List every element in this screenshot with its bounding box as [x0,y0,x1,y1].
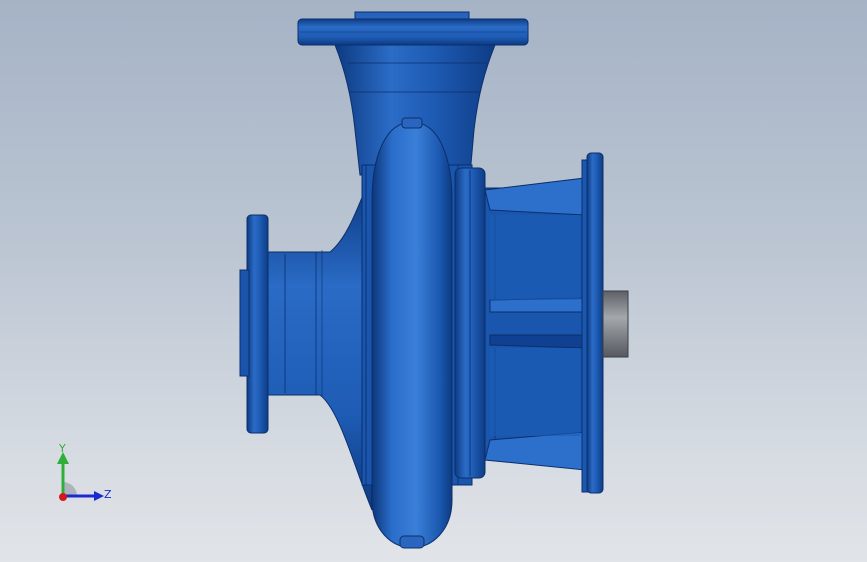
x-axis-dot [59,493,67,501]
z-axis-label: Z [104,488,112,501]
suction-flange[interactable] [239,214,269,434]
casing-cover[interactable] [454,167,486,479]
z-arrow-icon [94,491,104,501]
shaft[interactable] [602,290,629,358]
reference-triad: Y Z [57,442,112,501]
suction-nozzle[interactable] [267,189,373,511]
graphics-viewport[interactable]: Y Z [0,0,867,562]
pump-model[interactable] [0,0,867,562]
y-axis-label: Y [58,442,66,455]
bearing-bracket[interactable] [484,177,586,471]
discharge-flange[interactable] [297,11,529,46]
rear-flange[interactable] [581,152,604,494]
